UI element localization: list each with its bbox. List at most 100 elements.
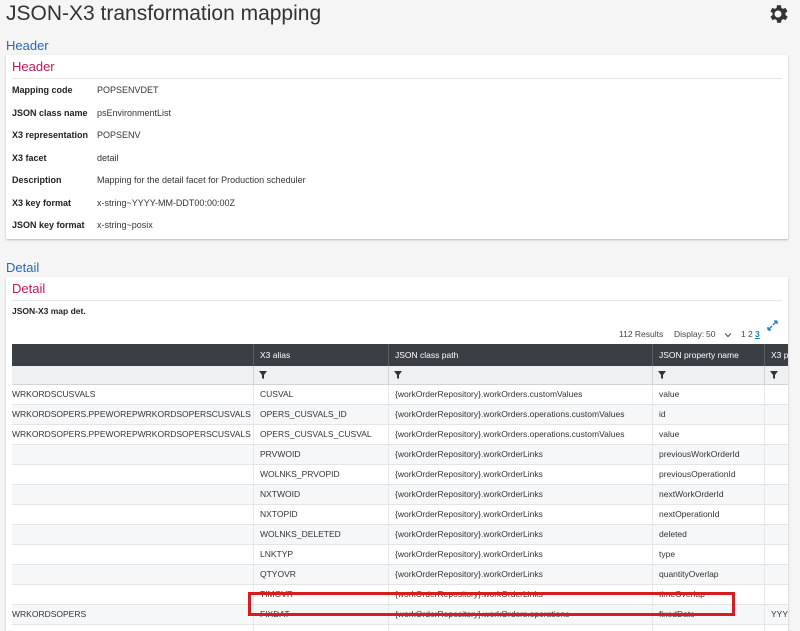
cell-x3-property[interactable] bbox=[764, 505, 788, 524]
table-row[interactable]: WRKORDSOPERS.PPEWOREPWRKORDSOPERSCUSVALS… bbox=[12, 425, 788, 445]
cell-x3-alias[interactable]: WOLNKS_DELETED bbox=[253, 525, 388, 544]
cell-json-property-name[interactable]: nextWorkOrderId bbox=[652, 485, 764, 504]
cell-json-class-path[interactable]: {workOrderRepository}.workOrders.operati… bbox=[388, 405, 652, 424]
cell-path[interactable] bbox=[12, 545, 253, 564]
cell-path[interactable] bbox=[12, 565, 253, 584]
cell-json-property-name[interactable]: deleted bbox=[652, 525, 764, 544]
filter-cell-path[interactable] bbox=[12, 366, 253, 384]
display-select[interactable]: 50 bbox=[706, 329, 715, 339]
cell-x3-alias[interactable]: OPERS_CUSVALS_CUSVAL bbox=[253, 425, 388, 444]
field-value-mapping-code: POPSENVDET bbox=[97, 85, 159, 95]
cell-x3-property[interactable] bbox=[764, 445, 788, 464]
column-header-json-property-name[interactable]: JSON property name bbox=[652, 344, 764, 366]
funnel-icon[interactable] bbox=[770, 371, 778, 379]
cell-json-class-path[interactable]: {workOrderRepository}.workOrderLinks bbox=[388, 465, 652, 484]
cell-x3-alias[interactable]: LNKTYP bbox=[253, 545, 388, 564]
cell-json-property-name[interactable]: value bbox=[652, 385, 764, 404]
table-row[interactable]: NXTWOID {workOrderRepository}.workOrderLi… bbox=[12, 485, 788, 505]
page-3-link[interactable]: 3 bbox=[755, 329, 760, 339]
cell-x3-property[interactable] bbox=[764, 405, 788, 424]
cell-path[interactable] bbox=[12, 485, 253, 504]
cell-x3-alias[interactable]: WOLNKS_PRVOPID bbox=[253, 465, 388, 484]
display-label: Display: bbox=[674, 329, 705, 339]
cell-json-class-path[interactable]: {workOrderRepository}.workOrders.operati… bbox=[388, 425, 652, 444]
cell-x3-alias[interactable]: NXTWOID bbox=[253, 485, 388, 504]
table-row[interactable]: WRKORDSCUSVALS CUSVAL {workOrderRepository… bbox=[12, 385, 788, 405]
header-section-label[interactable]: Header bbox=[6, 38, 49, 53]
cell-path[interactable]: WRKORDSOPERS bbox=[12, 605, 253, 624]
field-value-x3-facet: detail bbox=[97, 153, 119, 163]
cell-json-property-name[interactable]: previousWorkOrderId bbox=[652, 445, 764, 464]
cell-json-property-name[interactable]: quantityOverlap bbox=[652, 565, 764, 584]
field-label-mapping-code: Mapping code bbox=[12, 85, 73, 95]
cell-x3-alias[interactable]: QTYOVR bbox=[253, 565, 388, 584]
column-header-path[interactable] bbox=[12, 344, 253, 366]
cell-json-property-name[interactable]: nextOperationId bbox=[652, 505, 764, 524]
cell-x3-property[interactable]: YYY bbox=[764, 605, 788, 624]
page-1-link[interactable]: 1 bbox=[741, 329, 746, 339]
cell-json-property-name[interactable]: type bbox=[652, 545, 764, 564]
column-header-x3-alias[interactable]: X3 alias bbox=[253, 344, 388, 366]
cell-json-class-path[interactable]: {workOrderRepository}.workOrders.customV… bbox=[388, 385, 652, 404]
gear-icon[interactable] bbox=[766, 2, 790, 26]
filter-cell-x3-alias[interactable] bbox=[253, 366, 388, 384]
page-2-link[interactable]: 2 bbox=[748, 329, 753, 339]
table-row[interactable]: PRVWOID {workOrderRepository}.workOrderLi… bbox=[12, 445, 788, 465]
table-row[interactable]: NXTOPID {workOrderRepository}.workOrderLi… bbox=[12, 505, 788, 525]
cell-x3-property[interactable] bbox=[764, 525, 788, 544]
cell-x3-property[interactable] bbox=[764, 625, 788, 631]
table-row[interactable] bbox=[12, 625, 788, 631]
table-row[interactable]: QTYOVR {workOrderRepository}.workOrderLin… bbox=[12, 565, 788, 585]
cell-x3-alias[interactable]: CUSVAL bbox=[253, 385, 388, 404]
cell-json-class-path[interactable] bbox=[388, 625, 652, 631]
cell-path[interactable] bbox=[12, 585, 253, 604]
cell-path[interactable] bbox=[12, 625, 253, 631]
cell-json-class-path[interactable]: {workOrderRepository}.workOrderLinks bbox=[388, 565, 652, 584]
cell-json-property-name[interactable]: value bbox=[652, 425, 764, 444]
cell-x3-property[interactable] bbox=[764, 585, 788, 604]
table-row[interactable]: WOLNKS_PRVOPID {workOrderRepository}.work… bbox=[12, 465, 788, 485]
filter-cell-json-class-path[interactable] bbox=[388, 366, 652, 384]
cell-path[interactable] bbox=[12, 445, 253, 464]
funnel-icon[interactable] bbox=[658, 371, 666, 379]
funnel-icon[interactable] bbox=[259, 371, 267, 379]
cell-path[interactable] bbox=[12, 525, 253, 544]
filter-cell-x3-property[interactable] bbox=[764, 366, 788, 384]
expand-icon[interactable] bbox=[767, 320, 778, 331]
cell-json-class-path[interactable]: {workOrderRepository}.workOrderLinks bbox=[388, 445, 652, 464]
cell-x3-property[interactable] bbox=[764, 465, 788, 484]
cell-path[interactable]: WRKORDSOPERS.PPEWOREPWRKORDSOPERSCUSVALS bbox=[12, 405, 253, 424]
cell-json-class-path[interactable]: {workOrderRepository}.workOrderLinks bbox=[388, 545, 652, 564]
table-row[interactable]: WOLNKS_DELETED {workOrderRepository}.work… bbox=[12, 525, 788, 545]
chevron-down-icon[interactable] bbox=[724, 331, 732, 339]
cell-json-property-name[interactable] bbox=[652, 625, 764, 631]
cell-x3-property[interactable] bbox=[764, 545, 788, 564]
cell-x3-property[interactable] bbox=[764, 565, 788, 584]
cell-x3-alias[interactable] bbox=[253, 625, 388, 631]
funnel-icon[interactable] bbox=[394, 371, 402, 379]
cell-path[interactable]: WRKORDSCUSVALS bbox=[12, 385, 253, 404]
field-label-x3-key-format: X3 key format bbox=[12, 198, 72, 208]
table-row[interactable]: WRKORDSOPERS.PPEWOREPWRKORDSOPERSCUSVALS… bbox=[12, 405, 788, 425]
cell-path[interactable] bbox=[12, 465, 253, 484]
column-header-json-class-path[interactable]: JSON class path bbox=[388, 344, 652, 366]
cell-path[interactable]: WRKORDSOPERS.PPEWOREPWRKORDSOPERSCUSVALS bbox=[12, 425, 253, 444]
cell-json-class-path[interactable]: {workOrderRepository}.workOrderLinks bbox=[388, 525, 652, 544]
highlight-box bbox=[248, 592, 735, 616]
cell-x3-alias[interactable]: PRVWOID bbox=[253, 445, 388, 464]
cell-x3-property[interactable] bbox=[764, 385, 788, 404]
cell-path[interactable] bbox=[12, 505, 253, 524]
table-row[interactable]: LNKTYP {workOrderRepository}.workOrderLin… bbox=[12, 545, 788, 565]
cell-x3-alias[interactable]: OPERS_CUSVALS_ID bbox=[253, 405, 388, 424]
column-header-x3-property[interactable]: X3 pi bbox=[764, 344, 788, 366]
cell-x3-property[interactable] bbox=[764, 485, 788, 504]
cell-x3-property[interactable] bbox=[764, 425, 788, 444]
cell-x3-alias[interactable]: NXTOPID bbox=[253, 505, 388, 524]
cell-json-class-path[interactable]: {workOrderRepository}.workOrderLinks bbox=[388, 505, 652, 524]
cell-json-class-path[interactable]: {workOrderRepository}.workOrderLinks bbox=[388, 485, 652, 504]
detail-section-label[interactable]: Detail bbox=[6, 260, 39, 275]
cell-json-property-name[interactable]: previousOperationId bbox=[652, 465, 764, 484]
filter-cell-json-property-name[interactable] bbox=[652, 366, 764, 384]
cell-json-property-name[interactable]: id bbox=[652, 405, 764, 424]
field-value-x3-representation: POPSENV bbox=[97, 130, 141, 140]
